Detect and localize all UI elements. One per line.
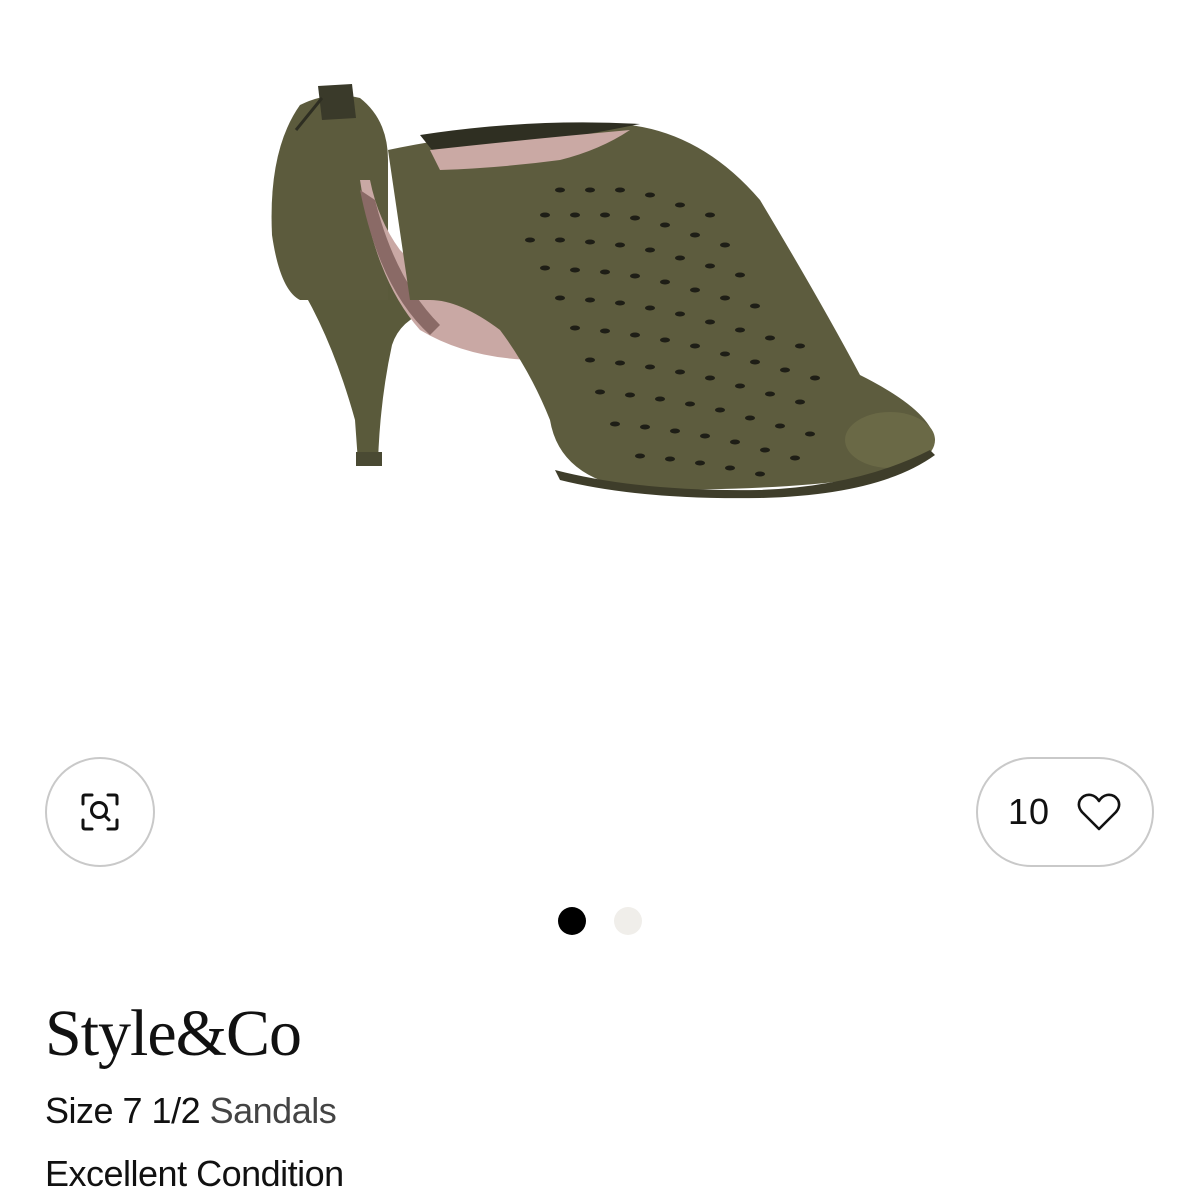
carousel-dot-2[interactable] bbox=[614, 907, 642, 935]
size-label: Size 7 1/2 bbox=[45, 1090, 201, 1131]
carousel-dots bbox=[0, 906, 1200, 936]
shoe-photo bbox=[271, 84, 935, 499]
product-page: 10 Style&Co Size 7 1/2 Sandals Excellent… bbox=[0, 0, 1200, 1203]
product-image[interactable] bbox=[0, 0, 1200, 740]
carousel-dot-1[interactable] bbox=[558, 907, 586, 935]
visual-search-button[interactable] bbox=[45, 757, 155, 867]
size-category-line: Size 7 1/2 Sandals bbox=[45, 1090, 337, 1132]
condition-label: Excellent Condition bbox=[45, 1153, 344, 1194]
heart-icon bbox=[1077, 793, 1121, 831]
category-link[interactable]: Sandals bbox=[210, 1090, 337, 1131]
visual-search-icon bbox=[81, 793, 119, 831]
favorite-count: 10 bbox=[1007, 791, 1051, 832]
brand-name[interactable]: Style&Co bbox=[45, 996, 302, 1072]
favorite-button[interactable]: 10 bbox=[976, 757, 1154, 867]
